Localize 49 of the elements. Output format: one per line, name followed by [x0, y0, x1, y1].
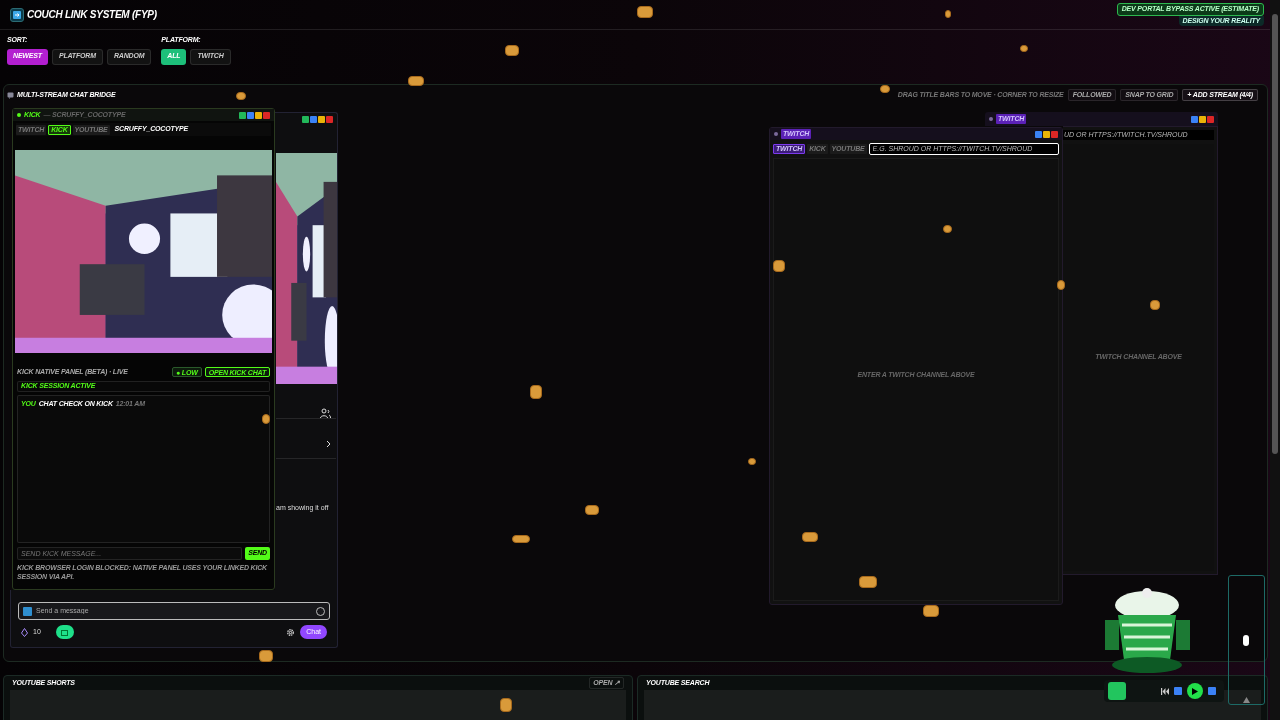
minimize-button[interactable]: [255, 111, 262, 119]
minimize-button[interactable]: [1043, 130, 1050, 138]
close-button[interactable]: [1207, 115, 1214, 123]
cereal-piece-icon: [945, 10, 951, 18]
chat-icon: [7, 91, 14, 99]
users-icon[interactable]: [320, 408, 331, 419]
scrollbar-thumb[interactable]: [1272, 14, 1278, 454]
stream-window[interactable]: [12, 108, 275, 590]
cereal-piece-icon: [1150, 300, 1160, 310]
cereal-piece-icon: [585, 505, 599, 515]
shrink-button[interactable]: [247, 111, 254, 119]
settings-icon[interactable]: [286, 627, 296, 637]
logo-icon: [10, 7, 24, 22]
cereal-piece-icon: [408, 76, 424, 86]
shrink-button[interactable]: [1035, 130, 1042, 138]
cereal-piece-icon: [262, 414, 270, 424]
gift-icon: [61, 628, 69, 636]
app-title: COUCH LINK SYSTEM (FYP): [27, 8, 157, 22]
expand-button[interactable]: [239, 111, 246, 119]
cereal-piece-icon: [236, 92, 246, 100]
volume-slider[interactable]: [1228, 575, 1265, 705]
expand-icon[interactable]: [1243, 697, 1250, 703]
cereal-piece-icon: [530, 385, 542, 399]
play-button[interactable]: [1187, 683, 1203, 699]
cereal-piece-icon: [512, 535, 530, 543]
shrink-button[interactable]: [1191, 115, 1198, 123]
gift-button[interactable]: [55, 625, 74, 639]
cereal-piece-icon: [859, 576, 877, 588]
close-button[interactable]: [1051, 130, 1058, 138]
cereal-piece-icon: [773, 260, 785, 272]
cereal-piece-icon: [802, 532, 818, 542]
volume-thumb[interactable]: [1243, 635, 1249, 646]
diamond-icon: [21, 627, 28, 637]
cereal-piece-icon: [880, 85, 890, 93]
cereal-piece-icon: [1057, 280, 1065, 290]
play-icon: [1192, 687, 1198, 695]
cereal-piece-icon: [748, 458, 756, 465]
minimize-button[interactable]: [1199, 115, 1206, 123]
cereal-piece-icon: [637, 6, 653, 18]
cereal-piece-icon: [500, 698, 512, 712]
close-button[interactable]: [263, 111, 270, 119]
previous-icon[interactable]: [1161, 687, 1169, 695]
cereal-piece-icon: [259, 650, 273, 662]
cereal-piece-icon: [505, 45, 519, 56]
badge-icon: [23, 606, 32, 616]
cereal-piece-icon: [923, 605, 939, 617]
cereal-piece-icon: [1020, 45, 1028, 52]
cereal-piece-icon: [943, 225, 952, 233]
chevron-icon[interactable]: [326, 440, 331, 448]
